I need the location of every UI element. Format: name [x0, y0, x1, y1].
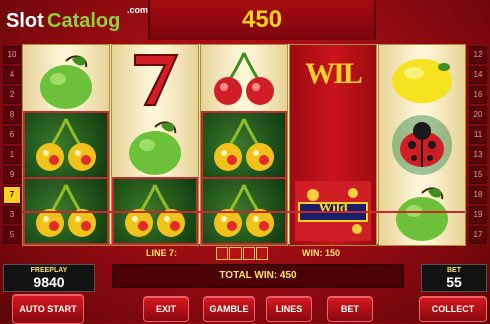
mini-wild-icon [255, 247, 268, 260]
lemon-icon [381, 47, 463, 111]
reel-2 [111, 44, 199, 246]
lines-button[interactable]: LINES [266, 296, 312, 322]
reel-1 [22, 44, 110, 246]
bet-panel: BET 55 [421, 264, 487, 292]
green-apple-icon [25, 47, 107, 111]
left-line-6[interactable]: 6 [3, 126, 21, 144]
right-line-13[interactable]: 13 [469, 146, 487, 164]
reel-area: Wild WIL [22, 44, 466, 246]
slotcatalog-logo: Slot Catalog .com [6, 4, 156, 38]
left-line-indicators: 10 4 2 8 6 1 9 7 3 5 [2, 44, 21, 244]
freeplay-value: 9840 [33, 274, 65, 290]
reel-3 [200, 44, 288, 246]
logo-text-com: .com [127, 5, 149, 15]
left-line-7[interactable]: 7 [3, 186, 21, 204]
left-line-5[interactable]: 5 [3, 226, 21, 244]
freeplay-panel: FREEPLAY 9840 [3, 264, 95, 292]
left-line-9[interactable]: 9 [3, 166, 21, 184]
left-line-2[interactable]: 2 [3, 86, 21, 104]
mini-cherry-icon [229, 247, 242, 260]
ladybug-icon [381, 113, 463, 177]
logo-text-catalog: Catalog [47, 10, 121, 32]
bet-label: BET [447, 267, 461, 274]
collect-button[interactable]: COLLECT [419, 296, 487, 322]
total-win-bar: TOTAL WIN: 450 [112, 264, 404, 288]
right-line-indicators: 12 14 16 20 11 13 15 18 19 17 [468, 44, 487, 244]
right-line-19[interactable]: 19 [469, 206, 487, 224]
cherry-icon [203, 47, 285, 111]
right-line-14[interactable]: 14 [469, 66, 487, 84]
line-win-symbols [216, 247, 268, 260]
right-line-16[interactable]: 16 [469, 86, 487, 104]
mini-cherry-icon [216, 247, 229, 260]
win-amount: 450 [241, 6, 283, 33]
line-info-strip: LINE 7: WIN: 150 [110, 247, 400, 261]
bet-button[interactable]: BET [327, 296, 373, 322]
left-line-8[interactable]: 8 [3, 106, 21, 124]
payline-7 [22, 211, 465, 213]
right-line-15[interactable]: 15 [469, 166, 487, 184]
reel-4: Wild WIL [289, 44, 377, 246]
left-line-10[interactable]: 10 [3, 46, 21, 64]
win-banner: 450 [148, 0, 376, 40]
gamble-button[interactable]: GAMBLE [203, 296, 255, 322]
bet-value: 55 [446, 274, 462, 290]
green-apple-icon [114, 113, 196, 177]
line-win-label: WIN: 150 [302, 248, 341, 258]
right-line-20[interactable]: 20 [469, 106, 487, 124]
mini-cherry-icon [242, 247, 255, 260]
cherry-icon [201, 111, 287, 179]
right-line-11[interactable]: 11 [469, 126, 487, 144]
right-line-12[interactable]: 12 [469, 46, 487, 64]
wild-label: Wild [318, 201, 348, 216]
wild-tall-label: WIL [305, 57, 363, 90]
left-line-3[interactable]: 3 [3, 206, 21, 224]
wild-tall-icon [292, 113, 374, 177]
right-line-18[interactable]: 18 [469, 186, 487, 204]
left-line-1[interactable]: 1 [3, 146, 21, 164]
left-line-4[interactable]: 4 [3, 66, 21, 84]
reel-5 [378, 44, 466, 246]
logo-text-slot: Slot [6, 10, 44, 32]
right-line-17[interactable]: 17 [469, 226, 487, 244]
exit-button[interactable]: EXIT [143, 296, 189, 322]
cherry-icon [23, 111, 109, 179]
freeplay-label: FREEPLAY [30, 267, 68, 274]
seven-icon [114, 47, 196, 111]
line-label: LINE 7: [146, 248, 178, 258]
auto-start-button[interactable]: AUTO START [12, 294, 84, 324]
